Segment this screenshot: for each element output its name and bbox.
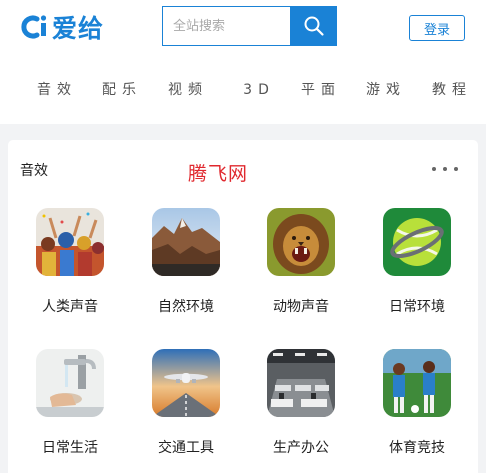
office-icon <box>267 349 335 417</box>
logo[interactable]: 爱给 <box>18 10 104 44</box>
dot-icon <box>454 167 458 171</box>
dot-icon <box>443 167 447 171</box>
category-label: 交通工具 <box>158 440 214 456</box>
login-button[interactable]: 登录 <box>409 15 465 41</box>
dot-icon <box>432 167 436 171</box>
category-label: 动物声音 <box>273 299 329 315</box>
nav-item-video[interactable]: 视频 <box>158 76 218 104</box>
category-label: 体育竞技 <box>389 440 445 456</box>
watermark-text: 腾飞网 <box>188 163 249 185</box>
search-input[interactable] <box>162 6 290 46</box>
search-bar <box>162 6 337 46</box>
search-icon <box>304 16 324 36</box>
section-title: 音效 <box>20 163 48 179</box>
category-label: 人类声音 <box>42 299 98 315</box>
crowd-icon <box>36 208 104 276</box>
search-button[interactable] <box>290 6 337 46</box>
nav-item-games[interactable]: 游戏 <box>356 76 416 104</box>
more-options-button[interactable] <box>432 162 458 176</box>
category-label: 自然环境 <box>158 299 214 315</box>
category-nav: 音效 配乐 视频 3D 平面 游戏 教程 <box>0 76 486 104</box>
faucet-icon <box>36 349 104 417</box>
logo-icon <box>21 15 47 39</box>
soccer-icon <box>383 349 451 417</box>
category-label: 日常生活 <box>42 440 98 456</box>
header: 爱给 登录 音效 配乐 视频 3D 平面 游戏 教程 <box>0 0 486 124</box>
nav-item-sound-effects[interactable]: 音效 <box>27 76 87 104</box>
nav-item-tutorials[interactable]: 教程 <box>422 76 482 104</box>
logo-text: 爱给 <box>52 14 105 43</box>
sound-effects-card: 音效 腾飞网 人类声音 自然环境 动物声音 日常环境 日常生活 交通工具 生产办… <box>8 140 478 473</box>
airplane-icon <box>152 349 220 417</box>
nav-item-graphic[interactable]: 平面 <box>291 76 351 104</box>
lion-icon <box>267 208 335 276</box>
nav-item-3d[interactable]: 3D <box>229 76 289 104</box>
nav-item-music[interactable]: 配乐 <box>92 76 152 104</box>
mountain-icon <box>152 208 220 276</box>
tennis-ball-icon <box>383 208 451 276</box>
category-label: 日常环境 <box>389 299 445 315</box>
category-label: 生产办公 <box>273 440 329 456</box>
